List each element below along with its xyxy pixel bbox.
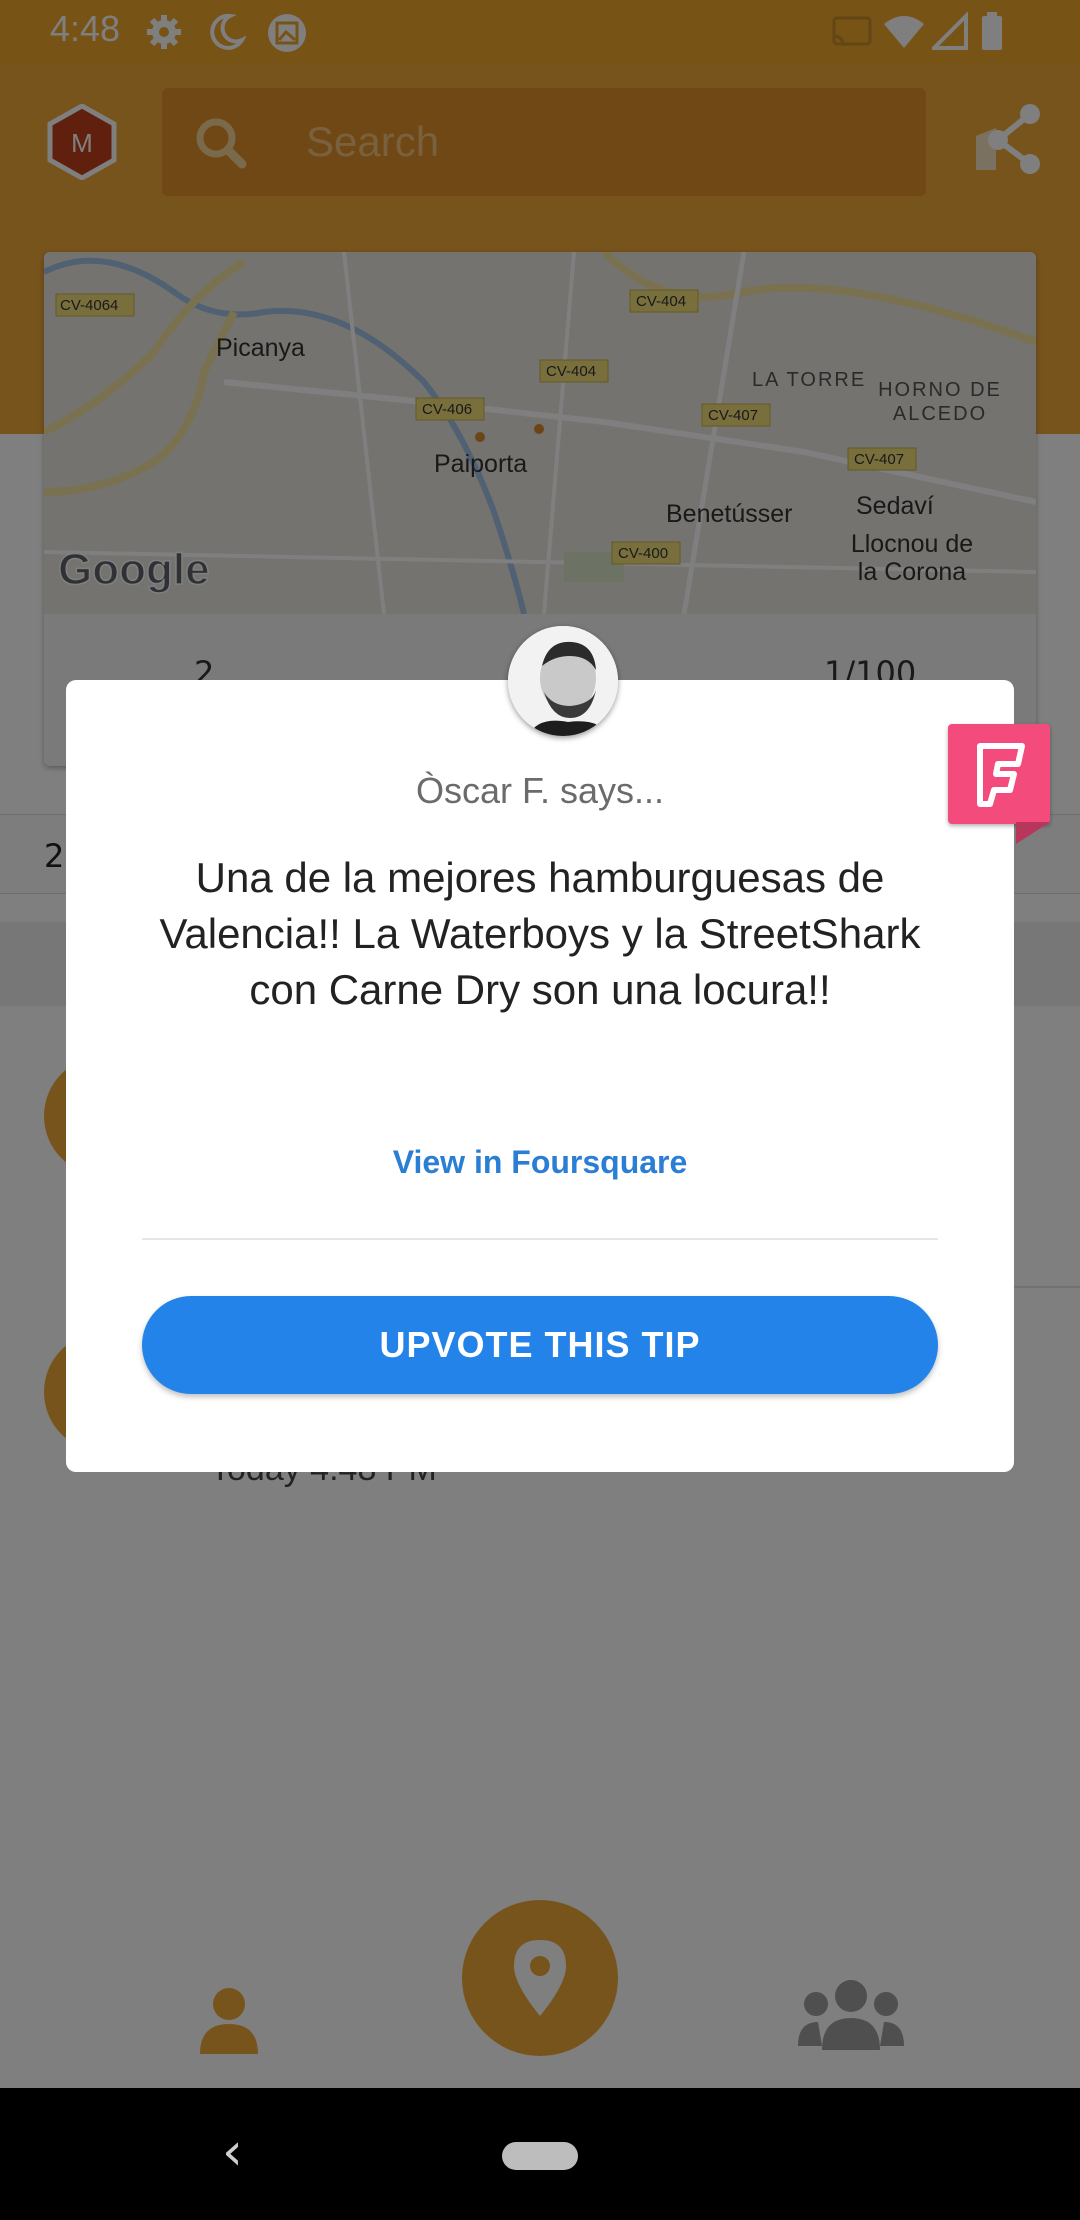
foursquare-logo-icon	[977, 743, 1025, 807]
foursquare-badge-fold	[1016, 822, 1050, 844]
back-icon[interactable]: ‹	[222, 2122, 243, 2182]
tip-dialog: Òscar F. says... Una de la mejores hambu…	[66, 680, 1014, 1472]
dialog-divider	[142, 1238, 938, 1240]
foursquare-badge	[948, 724, 1050, 824]
tip-author: Òscar F. says...	[415, 770, 665, 811]
upvote-tip-button[interactable]: UPVOTE THIS TIP	[142, 1296, 938, 1394]
tipper-avatar	[508, 626, 618, 736]
home-pill[interactable]	[502, 2142, 578, 2170]
system-nav-bar: ‹	[0, 2088, 1080, 2220]
tip-text: Una de la mejores hamburguesas de Valenc…	[159, 854, 921, 1013]
view-in-foursquare-link[interactable]: View in Foursquare	[66, 1144, 1014, 1181]
